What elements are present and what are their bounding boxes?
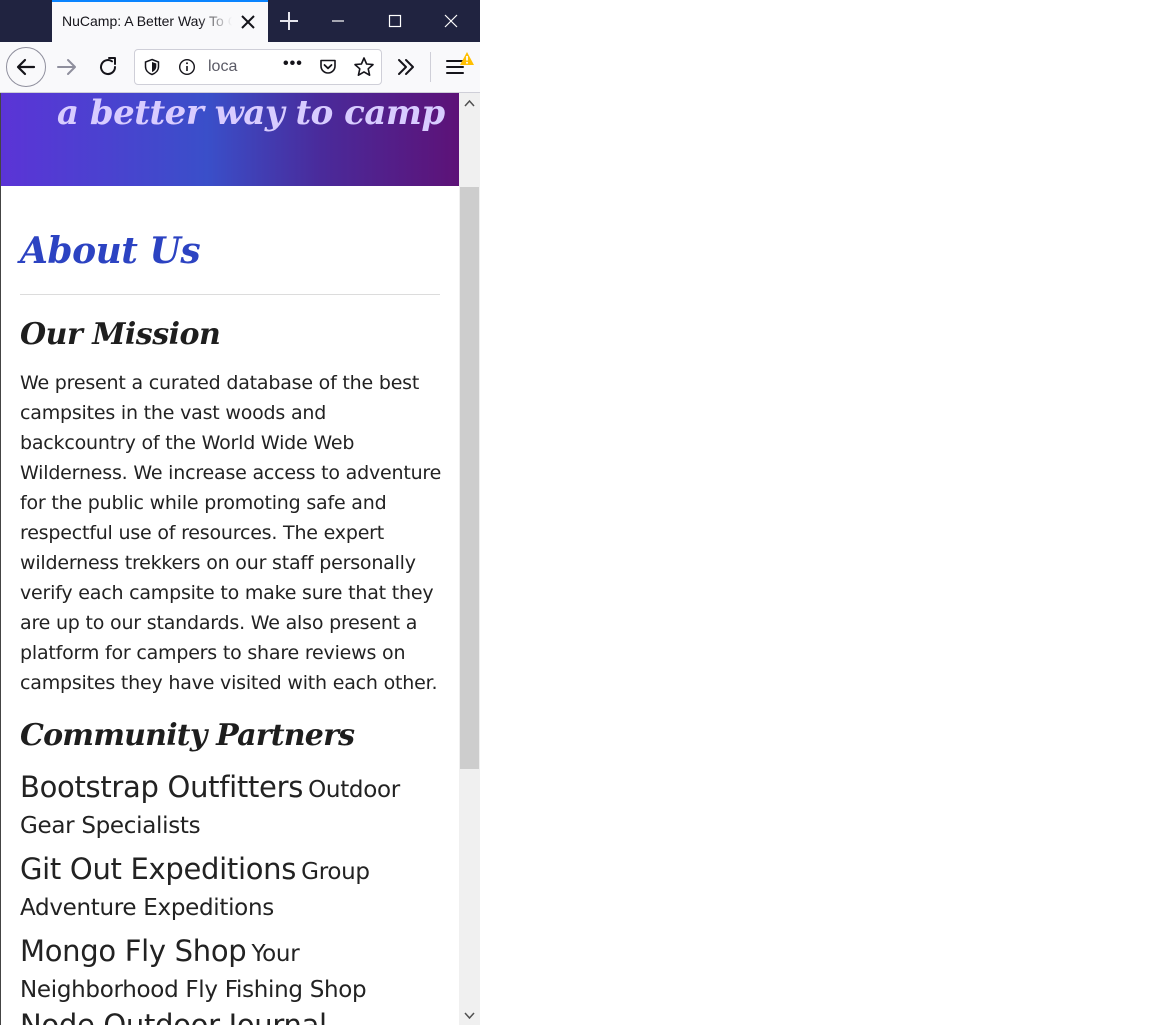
- mission-paragraph: We present a curated database of the bes…: [20, 372, 442, 694]
- close-window-icon[interactable]: [424, 0, 480, 42]
- active-tab[interactable]: NuCamp: A Better Way To Camp: [52, 0, 268, 42]
- reload-icon[interactable]: [96, 55, 120, 79]
- site-tagline: a better way to camp: [57, 93, 445, 133]
- close-tab-icon[interactable]: [238, 12, 258, 32]
- page-actions-button[interactable]: •••: [283, 55, 303, 73]
- partners-heading: Community Partners: [20, 718, 355, 753]
- pocket-icon[interactable]: [318, 57, 338, 77]
- toolbar-separator: [430, 52, 431, 82]
- mission-heading: Our Mission: [20, 317, 221, 352]
- arrow-right-icon[interactable]: [55, 55, 79, 79]
- new-tab-icon[interactable]: [278, 10, 300, 32]
- browser-window: NuCamp: A Better Way To Camp: [0, 0, 480, 1025]
- minimize-icon[interactable]: [310, 0, 366, 42]
- arrow-left-icon: [16, 58, 36, 76]
- url-bar[interactable]: loca •••: [134, 49, 382, 85]
- navigation-toolbar: loca •••: [0, 42, 480, 93]
- partner-item: Mongo Fly Shop Your Neighborhood Fly Fis…: [20, 933, 440, 1008]
- warning-icon: [460, 52, 474, 65]
- tab-strip: NuCamp: A Better Way To Camp: [0, 0, 480, 42]
- partner-item: Bootstrap Outfitters Outdoor Gear Specia…: [20, 769, 440, 844]
- maximize-icon[interactable]: [367, 0, 423, 42]
- page-viewport: a better way to camp About Us Our Missio…: [0, 93, 459, 1025]
- scrollbar-thumb[interactable]: [460, 187, 479, 769]
- page-title: About Us: [20, 230, 201, 272]
- tracking-shield-icon[interactable]: [143, 58, 161, 76]
- scroll-up-icon[interactable]: [463, 97, 476, 110]
- chevron-double-right-icon[interactable]: [394, 55, 418, 79]
- vertical-scrollbar[interactable]: [459, 93, 480, 1025]
- back-button[interactable]: [6, 47, 46, 87]
- divider: [20, 294, 440, 295]
- url-text[interactable]: loca: [208, 58, 242, 76]
- tab-title: NuCamp: A Better Way To Camp: [62, 13, 232, 29]
- partner-item: Node Outdoor Journal: [20, 1007, 440, 1025]
- header-banner: a better way to camp: [1, 93, 459, 186]
- info-icon[interactable]: [178, 58, 196, 76]
- partner-name: Git Out Expeditions: [20, 852, 297, 886]
- partner-name: Mongo Fly Shop: [20, 934, 247, 968]
- star-icon[interactable]: [353, 56, 375, 78]
- scroll-down-icon[interactable]: [463, 1009, 476, 1022]
- partner-name: Bootstrap Outfitters: [20, 770, 304, 804]
- partner-name: Node Outdoor Journal: [20, 1008, 327, 1025]
- partner-item: Git Out Expeditions Group Adventure Expe…: [20, 851, 440, 926]
